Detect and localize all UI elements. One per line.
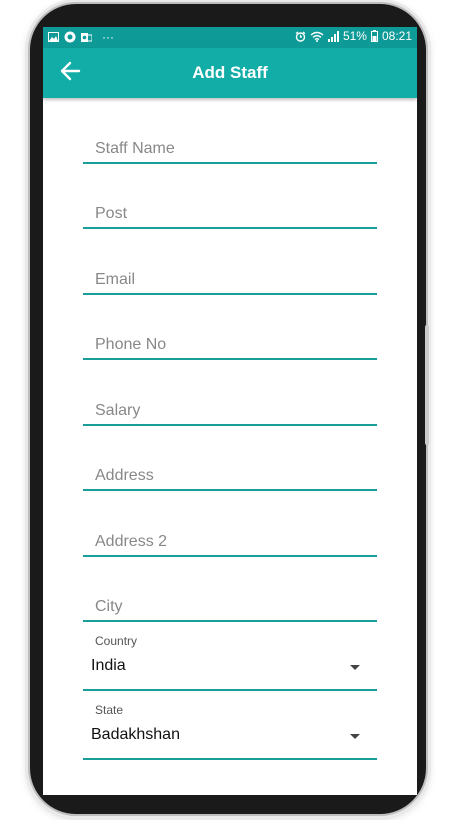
- salary-field-wrap: [83, 360, 377, 426]
- address2-input[interactable]: [83, 532, 377, 551]
- battery-percent: 51%: [342, 29, 367, 43]
- address-field-wrap: [83, 426, 377, 491]
- camera-app-icon: [64, 31, 76, 43]
- status-left-icons: ···: [48, 30, 114, 44]
- post-input[interactable]: [83, 205, 377, 223]
- state-value: Badakhshan: [91, 726, 180, 743]
- country-value: India: [91, 657, 126, 674]
- address-input[interactable]: [83, 467, 377, 485]
- app-screen: ··· 51% 08:21 Add Staff Staff Name Post …: [43, 27, 417, 795]
- phone-input[interactable]: [83, 336, 377, 354]
- battery-icon: [370, 30, 378, 42]
- image-icon: [48, 32, 59, 42]
- staff-name-field-wrap: [83, 98, 377, 164]
- email-field-wrap: [83, 229, 377, 295]
- back-button[interactable]: [55, 58, 85, 88]
- phone-side-button: [425, 325, 429, 445]
- wifi-icon: [310, 31, 324, 42]
- app-bar: Add Staff: [43, 48, 417, 98]
- outlook-icon: [81, 32, 92, 43]
- page-title: Add Staff: [192, 63, 268, 82]
- email-input[interactable]: [83, 270, 377, 289]
- status-bar: ··· 51% 08:21: [43, 27, 417, 48]
- staff-name-input[interactable]: [83, 139, 377, 158]
- add-staff-form: Country India State Badakhshan: [83, 98, 377, 760]
- signal-icon: [327, 30, 339, 42]
- country-label: Country: [95, 634, 138, 648]
- city-input[interactable]: [83, 598, 377, 616]
- address2-field-wrap: [83, 491, 377, 557]
- status-right-icons: 51% 08:21: [295, 29, 412, 43]
- state-select[interactable]: State Badakhshan: [83, 691, 377, 760]
- state-label: State: [95, 703, 124, 717]
- clock-time: 08:21: [381, 29, 412, 43]
- alarm-icon: [295, 31, 306, 42]
- more-dots: ···: [102, 30, 114, 44]
- salary-input[interactable]: [83, 401, 377, 420]
- dropdown-caret-icon: [350, 665, 360, 670]
- phone-field-wrap: [83, 295, 377, 360]
- dropdown-caret-icon: [350, 734, 360, 739]
- post-field-wrap: [83, 164, 377, 229]
- arrow-left-icon: [59, 60, 81, 87]
- field-underline: [83, 758, 377, 760]
- country-select[interactable]: Country India: [83, 622, 377, 691]
- city-field-wrap: [83, 557, 377, 622]
